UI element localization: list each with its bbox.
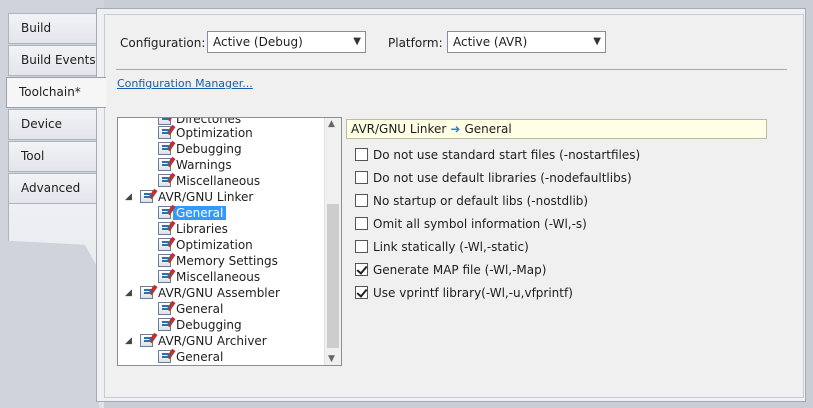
- tab-strip: Build Build Events Toolchain* Device Too…: [0, 0, 106, 408]
- option-label: Link statically (-Wl,-static): [373, 240, 529, 254]
- tab-toolchain[interactable]: Toolchain*: [6, 77, 106, 108]
- tab-build-events[interactable]: Build Events: [8, 45, 102, 76]
- settings-page-icon: [158, 318, 171, 331]
- chevron-down-icon: ▼: [353, 36, 361, 47]
- platform-value: Active (AVR): [453, 35, 528, 49]
- tree-group-archiver[interactable]: ◢ AVR/GNU Archiver: [122, 333, 322, 349]
- option-generate-map[interactable]: Generate MAP file (-Wl,-Map): [355, 262, 546, 278]
- settings-page-icon: [158, 270, 171, 283]
- tree-group-linker[interactable]: ◢ AVR/GNU Linker: [122, 189, 322, 205]
- settings-page-icon: [158, 142, 171, 155]
- tool-icon: [140, 286, 153, 299]
- scroll-down-icon[interactable]: ▼: [328, 354, 335, 364]
- tab-tool[interactable]: Tool: [8, 141, 102, 172]
- configuration-label: Configuration:: [120, 36, 206, 50]
- platform-label: Platform:: [388, 36, 443, 50]
- toolchain-tree[interactable]: Directories Optimization Debugging Warni…: [117, 117, 342, 366]
- divider: [116, 69, 787, 70]
- tree-item[interactable]: General: [158, 301, 223, 317]
- tree-item[interactable]: Miscellaneous: [158, 269, 260, 285]
- tab-strip-tail: [8, 204, 104, 408]
- option-label: Use vprintf library(-Wl,-u,vfprintf): [373, 286, 573, 300]
- option-nodefaultlibs[interactable]: Do not use default libraries (-nodefault…: [355, 170, 632, 186]
- tree-scrollbar[interactable]: ▲ ▼: [324, 118, 341, 365]
- chevron-down-icon: ▼: [593, 36, 601, 47]
- checkbox[interactable]: [355, 148, 368, 161]
- tree-item[interactable]: Debugging: [158, 141, 242, 157]
- tool-icon: [140, 334, 153, 347]
- settings-page-icon: [158, 238, 171, 251]
- collapse-triangle-icon[interactable]: ◢: [125, 333, 132, 349]
- option-label: Do not use default libraries (-nodefault…: [373, 171, 632, 185]
- checkbox[interactable]: [355, 171, 368, 184]
- scroll-up-icon[interactable]: ▲: [328, 119, 335, 129]
- breadcrumb-child: General: [464, 122, 512, 136]
- tree-item[interactable]: General: [158, 349, 223, 365]
- settings-page-icon: [158, 118, 171, 125]
- configuration-value: Active (Debug): [213, 35, 303, 49]
- checkbox[interactable]: [355, 217, 368, 230]
- settings-page-icon: [158, 254, 171, 267]
- tree-item[interactable]: Debugging: [158, 317, 242, 333]
- option-label: No startup or default libs (-nostdlib): [373, 194, 589, 208]
- breadcrumb-parent: AVR/GNU Linker: [351, 122, 447, 136]
- tree-item-selected[interactable]: General: [158, 205, 227, 221]
- settings-page-icon: [158, 158, 171, 171]
- option-label: Omit all symbol information (-Wl,-s): [373, 217, 587, 231]
- option-label: Do not use standard start files (-nostar…: [373, 148, 641, 162]
- tree-item[interactable]: Warnings: [158, 157, 232, 173]
- option-label: Generate MAP file (-Wl,-Map): [373, 263, 547, 277]
- tab-advanced[interactable]: Advanced: [8, 173, 102, 204]
- collapse-triangle-icon[interactable]: ◢: [125, 285, 132, 301]
- tool-icon: [140, 190, 153, 203]
- arrow-right-icon: ➜: [450, 122, 461, 136]
- tab-build[interactable]: Build: [8, 13, 102, 44]
- checkbox[interactable]: [355, 194, 368, 207]
- settings-page-icon: [158, 222, 171, 235]
- checkbox[interactable]: [355, 240, 368, 253]
- option-omit-symbols[interactable]: Omit all symbol information (-Wl,-s): [355, 216, 587, 232]
- tab-device[interactable]: Device: [8, 109, 102, 140]
- settings-page-icon: [158, 350, 171, 363]
- settings-page-icon: [158, 302, 171, 315]
- tree-item[interactable]: Libraries: [158, 221, 228, 237]
- configuration-manager-link[interactable]: Configuration Manager...: [117, 77, 253, 90]
- collapse-triangle-icon[interactable]: ◢: [125, 189, 132, 205]
- tree-item[interactable]: Memory Settings: [158, 253, 278, 269]
- breadcrumb: AVR/GNU Linker ➜ General: [346, 119, 767, 139]
- option-link-static[interactable]: Link statically (-Wl,-static): [355, 239, 529, 255]
- checkbox-checked[interactable]: [355, 263, 368, 276]
- tree-item[interactable]: Optimization: [158, 237, 253, 253]
- tree-group-assembler[interactable]: ◢ AVR/GNU Assembler: [122, 285, 322, 301]
- tree-item[interactable]: Optimization: [158, 125, 253, 141]
- option-nostartfiles[interactable]: Do not use standard start files (-nostar…: [355, 147, 640, 163]
- option-nostdlib[interactable]: No startup or default libs (-nostdlib): [355, 193, 588, 209]
- platform-select[interactable]: Active (AVR) ▼: [447, 31, 606, 53]
- settings-page-icon: [158, 126, 171, 139]
- checkbox-checked[interactable]: [355, 286, 368, 299]
- option-vprintf[interactable]: Use vprintf library(-Wl,-u,vfprintf): [355, 285, 573, 301]
- settings-page-icon: [158, 206, 171, 219]
- settings-page-icon: [158, 174, 171, 187]
- configuration-select[interactable]: Active (Debug) ▼: [207, 31, 366, 53]
- tree-item[interactable]: Miscellaneous: [158, 173, 260, 189]
- scrollbar-thumb[interactable]: [327, 204, 339, 348]
